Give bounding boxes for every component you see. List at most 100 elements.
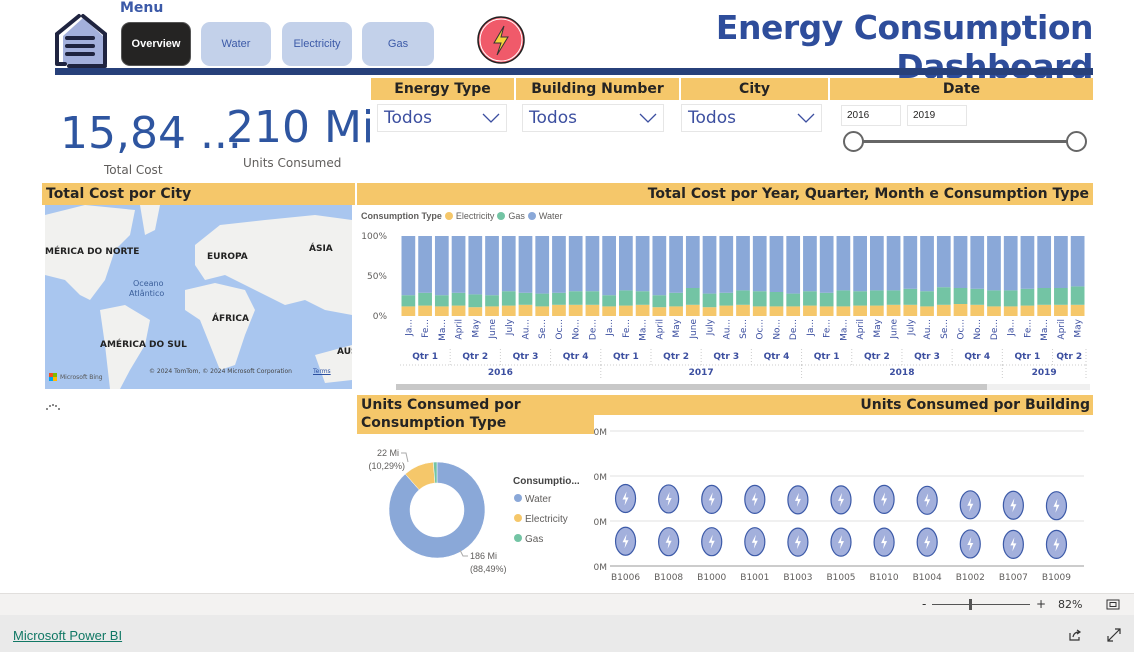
bar-water: [602, 236, 617, 296]
x-tick-label: B1003: [783, 573, 812, 583]
bar-gas: [635, 291, 650, 305]
month-label: Ja...: [1007, 319, 1017, 337]
month-label: Ja...: [605, 319, 615, 337]
bar-water: [702, 236, 717, 294]
scrollbar-thumb[interactable]: [396, 384, 987, 390]
donut-chart: 22 Mi (10,29%) 186 Mi (88,49%) Consumptio...…: [368, 448, 580, 574]
month-label: June: [689, 319, 699, 340]
map-label-asia: ÁSIA: [309, 244, 333, 254]
lightning-marker-icon: [701, 527, 723, 557]
share-icon[interactable]: [1068, 628, 1082, 642]
lightning-marker-icon: [1045, 491, 1068, 521]
month-label: No...: [572, 319, 582, 340]
zoom-in-button[interactable]: +: [1036, 597, 1046, 611]
bar-electricity: [434, 306, 449, 316]
bar-electricity: [886, 304, 901, 316]
quarter-label: Qtr 4: [964, 352, 990, 362]
bar-electricity: [1054, 304, 1068, 316]
fullscreen-icon[interactable]: [1107, 628, 1121, 642]
month-label: April: [655, 319, 665, 340]
slider-handle-end[interactable]: [1066, 131, 1087, 152]
month-label: Oc...: [756, 319, 766, 340]
bar-electricity: [669, 306, 683, 316]
donut-legend-title: Consumptio...: [513, 476, 580, 487]
bar-water: [920, 236, 934, 292]
header-rule: [55, 68, 1093, 75]
date-range-slider[interactable]: [843, 131, 1087, 153]
bar-water: [953, 236, 968, 288]
nav-gas-button[interactable]: Gas: [362, 22, 434, 66]
bar-electricity: [702, 307, 717, 316]
city-dropdown[interactable]: Todos: [681, 104, 822, 132]
bar-gas: [936, 287, 951, 305]
bar-water: [803, 236, 817, 292]
bar-gas: [736, 290, 750, 305]
bar-electricity: [936, 304, 951, 316]
bar-gas: [886, 290, 901, 305]
bar-water: [769, 236, 784, 292]
nav-water-button[interactable]: Water: [201, 22, 271, 66]
bar-water: [719, 236, 734, 293]
month-label: June: [488, 319, 498, 340]
city-value: Todos: [688, 108, 736, 128]
fit-to-page-icon[interactable]: [1106, 599, 1120, 610]
bar-water: [819, 236, 834, 293]
y-tick-label: 30M: [594, 428, 607, 438]
bottom-bar: Microsoft Power BI: [0, 615, 1134, 652]
zoom-bar: - + 82%: [0, 593, 1134, 615]
nav-overview-button[interactable]: Overview: [121, 22, 191, 66]
energy-type-dropdown[interactable]: Todos: [377, 104, 507, 132]
bar-gas: [752, 291, 767, 307]
lightning-marker-icon: [1002, 490, 1024, 520]
bar-electricity: [1003, 306, 1018, 316]
legend-electricity: Electricity: [455, 211, 495, 221]
legend-dot-water: [527, 212, 536, 220]
quarter-label: Qtr 1: [613, 352, 639, 362]
zoom-slider-thumb[interactable]: [969, 599, 972, 610]
bar-gas: [803, 291, 817, 306]
bar-electricity: [1070, 304, 1085, 316]
date-from-input[interactable]: 2016: [841, 105, 901, 126]
chevron-down-icon: [797, 113, 815, 123]
home-menu-icon[interactable]: [53, 10, 111, 68]
year-label: 2019: [1032, 368, 1057, 378]
quarter-label: Qtr 3: [914, 352, 940, 362]
bar-gas: [987, 290, 1001, 307]
bar-gas: [468, 294, 483, 308]
bar-electricity: [585, 304, 600, 316]
zoom-out-button[interactable]: -: [922, 597, 926, 611]
map-terms-link[interactable]: Terms: [313, 368, 331, 375]
bar-gas: [702, 293, 717, 308]
nav-electricity-button[interactable]: Electricity: [282, 22, 352, 66]
bar-gas: [619, 290, 633, 306]
bar-electricity: [869, 305, 884, 316]
stacked-chart-legend: Consumption Type Electricity Gas Water: [361, 211, 563, 221]
power-bi-link[interactable]: Microsoft Power BI: [13, 628, 122, 643]
slider-handle-start[interactable]: [843, 131, 864, 152]
energy-type-slicer-header: Energy Type: [371, 78, 514, 100]
lightning-marker-icon: [1045, 529, 1068, 560]
y-tick-label: 50%: [367, 272, 387, 282]
lightning-marker-icon: [959, 490, 981, 520]
bar-water: [652, 236, 667, 296]
bar-gas: [434, 295, 449, 307]
month-label: Ma...: [1040, 319, 1050, 341]
zoom-slider[interactable]: [932, 599, 1030, 610]
x-tick-label: B1008: [654, 573, 683, 583]
lightning-marker-icon: [658, 484, 680, 514]
bar-electricity: [819, 306, 834, 316]
quarter-label: Qtr 4: [764, 352, 790, 362]
chart-scrollbar[interactable]: [396, 384, 1090, 390]
month-label: De...: [789, 319, 799, 340]
slice-label-water: 186 Mi: [470, 551, 497, 561]
building-number-dropdown[interactable]: Todos: [522, 104, 664, 132]
bar-gas: [869, 290, 884, 306]
bing-logo: Microsoft Bing: [49, 373, 103, 381]
quarter-label: Qtr 3: [513, 352, 539, 362]
month-label: April: [455, 319, 465, 340]
date-to-input[interactable]: 2019: [907, 105, 967, 126]
x-tick-label: B1010: [870, 573, 899, 583]
world-map[interactable]: MÉRICA DO NORTE EUROPA ÁSIA Oceano Atlân…: [45, 205, 352, 389]
x-tick-label: B1001: [740, 573, 769, 583]
lightning-marker-icon: [614, 526, 637, 556]
